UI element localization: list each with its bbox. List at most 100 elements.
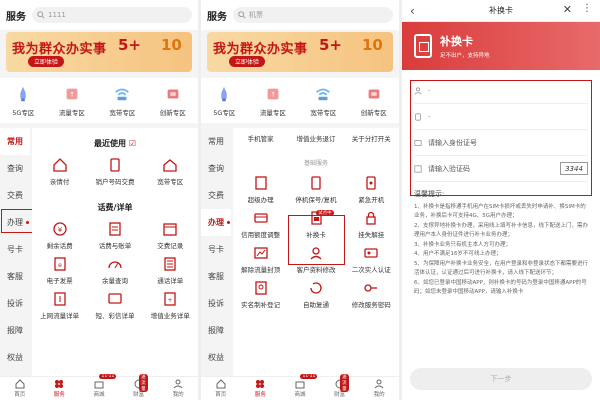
service-invoice[interactable]: e 电子发票 <box>32 256 87 291</box>
zone-5g[interactable]: 5G专区 <box>12 84 34 117</box>
side-item-fault[interactable]: 报障 <box>0 317 30 344</box>
side-item-fault[interactable]: 报障 <box>201 317 231 344</box>
traffic-icon: ↑ <box>267 88 279 100</box>
service-remaining[interactable]: 余量查询 <box>87 256 142 291</box>
edit-icon[interactable]: ☑ <box>129 139 136 148</box>
service-balance[interactable]: ¥ 剩余话费 <box>32 221 87 256</box>
service-realname[interactable]: 实名制补登记 <box>233 280 288 315</box>
service-reauth[interactable]: 二次实人认证 <box>344 245 399 280</box>
service-data-detail[interactable]: 上网流量详单 <box>32 291 87 326</box>
service-switch[interactable]: 关于分打开关 <box>344 128 399 148</box>
side-item-common[interactable]: 常用 <box>201 128 231 155</box>
data-detail-icon <box>54 292 66 306</box>
tab-service[interactable]: 服务 <box>54 379 65 398</box>
side-item-service[interactable]: 客服 <box>201 263 231 290</box>
side-item-complaint[interactable]: 投诉 <box>201 290 231 317</box>
bill-icon <box>109 222 121 236</box>
tab-mine[interactable]: 我的 <box>173 379 184 398</box>
user-icon <box>374 379 384 389</box>
zone-5g[interactable]: 5G专区 <box>213 84 235 117</box>
restore-icon <box>310 282 322 294</box>
home-icon <box>15 379 25 389</box>
service-change-password[interactable]: 修改服务密码 <box>344 280 399 315</box>
promo-banner[interactable]: 我为群众办实事 立即体验 5+ 10 <box>207 32 393 72</box>
service-bill[interactable]: 话费与账单 <box>87 221 142 256</box>
banner-button[interactable]: 立即体验 <box>229 56 266 67</box>
banner-num2: 10 <box>362 36 383 54</box>
top-bar: 服务 1111 <box>0 0 198 30</box>
calendar-icon <box>163 223 177 236</box>
tab-service[interactable]: 服务 <box>255 379 266 398</box>
zone-innovation[interactable]: 创新专区 <box>361 84 387 117</box>
banner-title: 我为群众办实事 <box>213 42 308 57</box>
tab-home[interactable]: 首页 <box>14 379 25 398</box>
tab-mine[interactable]: 我的 <box>374 379 385 398</box>
grid-recent: 亲情付 销户号码交费 宽带专区 <box>32 157 198 192</box>
main-content: 最近使用 ☑ 亲情付 销户号码交费 宽带专区 话费/详单 ¥ 剩余话费 话费与账单… <box>32 128 198 376</box>
side-item-card[interactable]: 号卡 <box>201 236 231 263</box>
side-item-benefits[interactable]: 权益 <box>0 344 30 371</box>
service-broadband[interactable]: 宽带专区 <box>143 157 198 192</box>
clipboard-icon <box>255 176 267 190</box>
tips-section: 温馨提示: 1、补换卡是指移通手机用户在SIM卡损坏或丢失时申请补、换SIM卡的… <box>402 182 600 298</box>
svg-text:↑: ↑ <box>270 92 275 99</box>
tab-wealth[interactable]: 送流量 财富 <box>133 374 148 398</box>
service-suspend[interactable]: 停机保号/复机 <box>288 175 343 210</box>
service-phone-manager[interactable]: 手机管家 <box>233 128 288 148</box>
side-item-service[interactable]: 客服 <box>0 263 30 290</box>
svg-text:↑: ↑ <box>69 92 74 99</box>
side-item-benefits[interactable]: 权益 <box>201 344 231 371</box>
section-recent: 最近使用 ☑ <box>94 139 136 148</box>
zone-broadband[interactable]: 宽带专区 <box>109 84 135 117</box>
side-item-pay[interactable]: 交费 <box>201 182 231 209</box>
search-input[interactable]: 1111 <box>32 7 192 23</box>
banner-button[interactable]: 立即体验 <box>28 56 65 67</box>
side-item-query[interactable]: 查询 <box>0 155 30 182</box>
top-bar: 服务 机票 <box>201 0 399 30</box>
side-item-common[interactable]: 常用 <box>0 128 30 155</box>
tab-bar: 首页 服务 11·11 商城 送流量 财富 我的 <box>0 374 198 400</box>
tab-mall[interactable]: 11·11 商城 <box>93 374 117 398</box>
service-vas-unsubscribe[interactable]: 增值业务退订 <box>288 128 343 148</box>
more-icon[interactable]: ⋮ <box>582 3 592 14</box>
wealth-badge: 送流量 <box>139 374 148 392</box>
service-report-loss[interactable]: 挂失解挂 <box>344 210 399 245</box>
side-item-pay[interactable]: 交费 <box>0 182 30 209</box>
back-icon[interactable]: ‹ <box>410 4 415 18</box>
gauge-icon <box>108 261 122 269</box>
svg-text:e: e <box>58 262 62 269</box>
wifi-icon <box>115 88 130 101</box>
service-cancel-pay[interactable]: 销户号码交费 <box>87 157 142 192</box>
svg-text:¥: ¥ <box>57 226 62 234</box>
tab-mall[interactable]: 11·11 商城 <box>294 374 318 398</box>
next-button[interactable]: 下一步 <box>410 368 592 390</box>
vas-icon: + <box>164 292 176 306</box>
promo-banner[interactable]: 我为群众办实事 立即体验 5+ 10 <box>6 32 192 72</box>
zone-broadband[interactable]: 宽带专区 <box>310 84 336 117</box>
side-item-query[interactable]: 查询 <box>201 155 231 182</box>
service-pay-record[interactable]: 交费记录 <box>143 221 198 256</box>
service-call-detail[interactable]: 通话详单 <box>143 256 198 291</box>
phone-pause-icon <box>311 176 321 190</box>
service-super-handle[interactable]: 超级办理 <box>233 175 288 210</box>
service-credit[interactable]: 信用额度调整 <box>233 210 288 245</box>
zone-traffic[interactable]: ↑ 流量专区 <box>260 84 286 117</box>
category-sidebar: 常用 查询 交费 办理 号卡 客服 投诉 报障 权益 <box>0 128 30 376</box>
service-unlimit-data[interactable]: 解除流量封顶 <box>233 245 288 280</box>
tab-home[interactable]: 首页 <box>215 379 226 398</box>
service-self-restore[interactable]: 自助复通 <box>288 280 343 315</box>
panel-service-2: 服务 机票 我为群众办实事 立即体验 5+ 10 5G专区 ↑ 流量专区 宽带专区… <box>201 0 399 400</box>
side-item-card[interactable]: 号卡 <box>0 236 30 263</box>
tab-wealth[interactable]: 送流量 财富 <box>334 374 349 398</box>
zone-innovation[interactable]: 创新专区 <box>160 84 186 117</box>
zone-traffic[interactable]: ↑ 流量专区 <box>59 84 85 117</box>
service-family-pay[interactable]: 亲情付 <box>32 157 87 192</box>
side-item-complaint[interactable]: 投诉 <box>0 290 30 317</box>
search-input[interactable]: 机票 <box>233 7 393 23</box>
service-emergency[interactable]: 紧急开机 <box>344 175 399 210</box>
side-item-handle[interactable]: 办理 <box>201 209 231 236</box>
service-vas-detail[interactable]: + 增值业务详单 <box>143 291 198 326</box>
service-sms-detail[interactable]: 短、彩信详单 <box>87 291 142 326</box>
phone-icon <box>110 158 120 172</box>
close-icon[interactable]: ✕ <box>563 3 572 16</box>
